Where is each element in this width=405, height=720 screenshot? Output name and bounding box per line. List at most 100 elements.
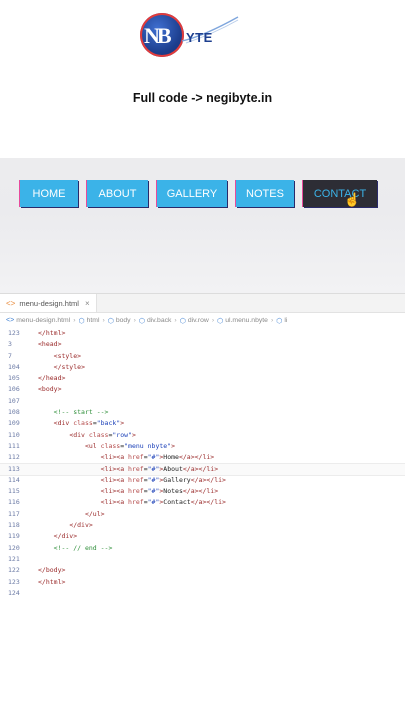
code-line[interactable]: 113 <li><a href="#">About</a></li> bbox=[0, 462, 405, 476]
line-number: 119 bbox=[8, 532, 20, 541]
line-number: 122 bbox=[8, 566, 20, 575]
breadcrumb-item[interactable]: ⬡ ul.menu.nbyte bbox=[217, 317, 268, 325]
tagline: Full code -> negibyte.in bbox=[132, 91, 273, 105]
code-line[interactable]: 111 <ul class="menu nbyte"> bbox=[0, 441, 405, 452]
line-number: 118 bbox=[8, 521, 20, 530]
code-editor: <> menu-design.html × <> menu-design.html… bbox=[0, 293, 405, 604]
code-text: <li><a href="#">Home</a></li> bbox=[100, 453, 215, 462]
code-text: <style> bbox=[53, 351, 82, 360]
breadcrumb-label: div.row bbox=[187, 317, 209, 324]
code-text: </ul> bbox=[84, 509, 105, 518]
breadcrumb-label: li bbox=[284, 317, 288, 324]
logo-mark: NB bbox=[144, 23, 172, 48]
breadcrumb-item[interactable]: ⬡ body bbox=[108, 317, 131, 325]
line-number: 110 bbox=[8, 430, 20, 439]
code-line[interactable]: 124 bbox=[0, 588, 405, 599]
close-icon[interactable]: × bbox=[85, 299, 90, 308]
code-text: <!-- // end --> bbox=[38, 543, 113, 552]
code-text: <div class="back"> bbox=[53, 419, 125, 428]
line-number: 114 bbox=[8, 475, 20, 484]
menu-item-home[interactable]: HOME bbox=[20, 180, 78, 207]
line-number: 124 bbox=[8, 588, 20, 597]
code-text: <li><a href="#">Notes</a></li> bbox=[100, 487, 219, 496]
code-line[interactable]: 109 <div class="back"> bbox=[0, 418, 405, 429]
element-icon: ⬡ bbox=[276, 317, 283, 325]
breadcrumb-item[interactable]: <> menu-design.html bbox=[6, 317, 70, 324]
code-line[interactable]: 120 <!-- // end --> bbox=[0, 543, 405, 554]
tab-filename: menu-design.html bbox=[19, 298, 79, 308]
code-line[interactable]: 7 <style> bbox=[0, 351, 405, 362]
code-area[interactable]: 123 </html> 3 <head> 7 <style> 104 </style> 10… bbox=[0, 328, 405, 599]
code-line[interactable]: 121 bbox=[0, 554, 405, 565]
code-line[interactable]: 117 </ul> bbox=[0, 509, 405, 520]
breadcrumb-separator: › bbox=[211, 317, 215, 324]
menu-item-contact[interactable]: CONTACT bbox=[303, 180, 377, 207]
code-line[interactable]: 123 </html> bbox=[0, 577, 405, 588]
code-text: <div class="row"> bbox=[69, 430, 136, 439]
code-line[interactable]: 3 <head> bbox=[0, 339, 405, 350]
line-number: 107 bbox=[8, 396, 20, 405]
line-number: 3 bbox=[8, 340, 12, 349]
breadcrumb-item[interactable]: ⬡ div.back bbox=[139, 317, 172, 325]
breadcrumb-item[interactable]: ⬡ div.row bbox=[180, 317, 209, 325]
line-number: 108 bbox=[8, 408, 20, 417]
code-line[interactable]: 112 <li><a href="#">Home</a></li> bbox=[0, 452, 405, 463]
code-text: <li><a href="#">About</a></li> bbox=[100, 464, 219, 473]
code-line[interactable]: 105 </head> bbox=[0, 373, 405, 384]
code-line[interactable]: 122 </body> bbox=[0, 565, 405, 576]
code-text: </div> bbox=[53, 532, 78, 541]
breadcrumb-item[interactable]: ⬡ html bbox=[78, 317, 99, 325]
breadcrumb-separator: › bbox=[102, 317, 105, 324]
code-text: <!-- start --> bbox=[38, 408, 109, 417]
logo-text: YTE bbox=[186, 30, 213, 45]
menu-item-notes[interactable]: NOTES bbox=[236, 180, 294, 207]
line-number: 115 bbox=[8, 487, 20, 496]
code-text: </div> bbox=[69, 521, 93, 530]
line-number: 106 bbox=[8, 385, 20, 394]
breadcrumb-separator: › bbox=[73, 317, 76, 324]
line-number: 104 bbox=[8, 362, 20, 371]
breadcrumb-item[interactable]: ⬡ li bbox=[276, 317, 287, 325]
code-line[interactable]: 106 <body> bbox=[0, 384, 405, 395]
hand-cursor-icon: ☝ bbox=[344, 192, 361, 207]
breadcrumb-label: menu-design.html bbox=[16, 317, 71, 324]
element-icon: ⬡ bbox=[179, 317, 186, 325]
code-line[interactable]: 110 <div class="row"> bbox=[0, 430, 405, 441]
html-file-icon: <> bbox=[6, 317, 15, 324]
menu-item-gallery[interactable]: GALLERY bbox=[157, 180, 227, 207]
code-line[interactable]: 107 bbox=[0, 396, 405, 407]
code-line[interactable]: 108 <!-- start --> bbox=[0, 407, 405, 418]
element-icon: ⬡ bbox=[138, 317, 145, 325]
breadcrumb-label: div.back bbox=[146, 317, 172, 324]
code-line[interactable]: 104 </style> bbox=[0, 362, 405, 373]
menu-preview-area bbox=[0, 158, 405, 293]
editor-tab[interactable]: <> menu-design.html × bbox=[0, 294, 97, 312]
code-line[interactable]: 114 <li><a href="#">Gallery</a></li> bbox=[0, 475, 405, 486]
code-text: <body> bbox=[38, 385, 62, 394]
line-number: 113 bbox=[8, 464, 20, 473]
code-line[interactable]: 123 </html> bbox=[0, 328, 405, 339]
line-number: 112 bbox=[8, 453, 20, 462]
menu-item-about[interactable]: ABOUT bbox=[87, 180, 148, 207]
element-icon: ⬡ bbox=[107, 317, 114, 325]
code-line[interactable]: 119 </div> bbox=[0, 531, 405, 542]
code-line[interactable]: 116 <li><a href="#">Contact</a></li> bbox=[0, 497, 405, 508]
breadcrumb-label: html bbox=[86, 317, 100, 324]
breadcrumb-separator: › bbox=[174, 317, 177, 324]
element-icon: ⬡ bbox=[78, 317, 85, 325]
code-text: </style> bbox=[53, 362, 85, 371]
breadcrumb-label: ul.menu.nbyte bbox=[225, 317, 268, 324]
code-line[interactable]: 115 <li><a href="#">Notes</a></li> bbox=[0, 486, 405, 497]
code-line[interactable]: 118 </div> bbox=[0, 520, 405, 531]
breadcrumb: <> menu-design.html › ⬡ html › ⬡ body › ⬡ div.back… bbox=[0, 313, 405, 328]
code-text: </body> bbox=[38, 566, 66, 575]
line-number: 117 bbox=[8, 509, 20, 518]
breadcrumb-separator: › bbox=[133, 317, 136, 324]
line-number: 111 bbox=[8, 441, 20, 450]
line-number: 120 bbox=[8, 543, 20, 552]
code-text: </html> bbox=[38, 329, 66, 337]
nav-menu: HOME ABOUT GALLERY NOTES CONTACT bbox=[20, 180, 377, 207]
code-text: </html> bbox=[38, 577, 66, 586]
line-number: 121 bbox=[8, 554, 20, 563]
editor-tabbar: <> menu-design.html × bbox=[0, 294, 405, 313]
